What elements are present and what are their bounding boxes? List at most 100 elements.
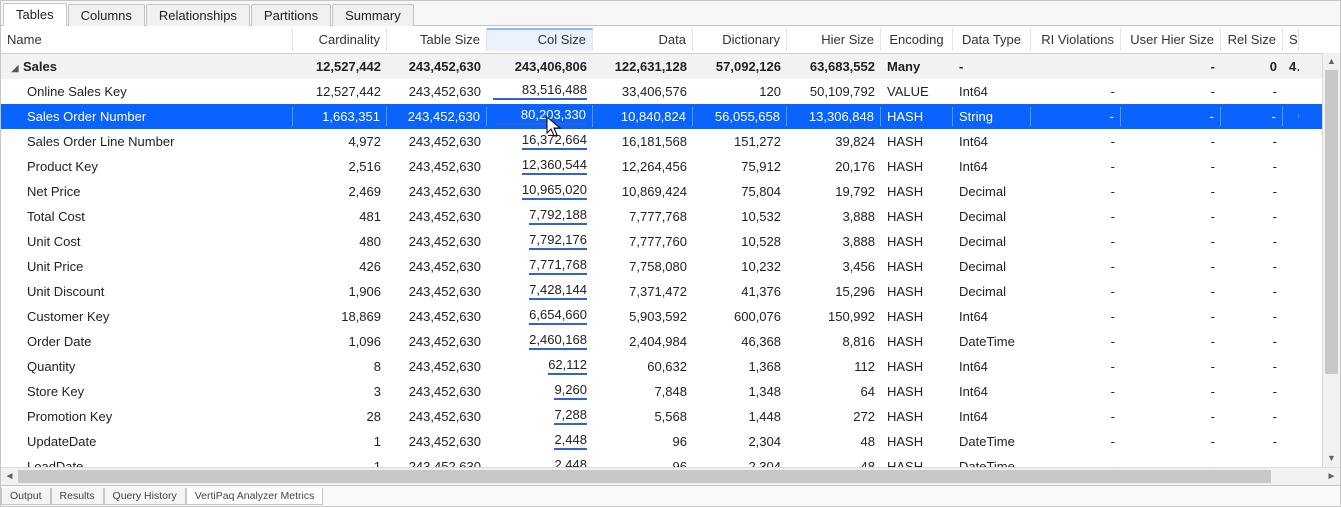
column-header-data[interactable]: Data: [593, 28, 693, 51]
column-header-name[interactable]: Name: [1, 28, 293, 51]
cell-dtype: DateTime: [953, 432, 1031, 451]
tab-relationships[interactable]: Relationships: [146, 4, 250, 26]
scroll-up-button[interactable]: ▲: [1323, 53, 1340, 70]
cell-csize: 83,516,488: [487, 80, 593, 102]
bottom-tab-output[interactable]: Output: [1, 488, 51, 505]
column-header-riv[interactable]: RI Violations: [1031, 28, 1121, 51]
cell-hier: 39,824: [787, 132, 881, 151]
cell-riv: -: [1031, 232, 1121, 251]
cell-hier: 3,888: [787, 207, 881, 226]
cell-name: Order Date: [1, 332, 293, 351]
column-header-card[interactable]: Cardinality: [293, 28, 387, 51]
tab-columns[interactable]: Columns: [68, 4, 145, 26]
scroll-down-button[interactable]: ▼: [1323, 450, 1340, 467]
vscroll-thumb[interactable]: [1325, 70, 1338, 374]
hscroll-track[interactable]: [18, 468, 1323, 485]
cell-riv: -: [1031, 382, 1121, 401]
table-row[interactable]: Net Price2,469243,452,63010,965,02010,86…: [1, 179, 1340, 204]
column-header-hier[interactable]: Hier Size: [787, 28, 881, 51]
table-row[interactable]: Promotion Key28243,452,6307,2885,5681,44…: [1, 404, 1340, 429]
cell-csize: 7,792,188: [487, 205, 593, 227]
cell-data: 16,181,568: [593, 132, 693, 151]
scroll-left-button[interactable]: ◄: [1, 471, 18, 482]
column-header-dict[interactable]: Dictionary: [693, 28, 787, 51]
cell-enc: HASH: [881, 257, 953, 276]
table-row[interactable]: Total Cost481243,452,6307,792,1887,777,7…: [1, 204, 1340, 229]
cell-csize: 10,965,020: [487, 180, 593, 202]
cell-uhs: -: [1121, 357, 1221, 376]
cell-csize: 80,203,330: [487, 105, 593, 127]
cell-riv: [1031, 64, 1121, 68]
table-row[interactable]: Unit Price426243,452,6307,771,7687,758,0…: [1, 254, 1340, 279]
table-row[interactable]: Customer Key18,869243,452,6306,654,6605,…: [1, 304, 1340, 329]
horizontal-scrollbar[interactable]: ◄ ►: [1, 467, 1340, 485]
cell-dict: 75,912: [693, 157, 787, 176]
cell-name: Quantity: [1, 357, 293, 376]
column-header-s[interactable]: S: [1283, 28, 1299, 51]
table-row[interactable]: Unit Cost480243,452,6307,792,1767,777,76…: [1, 229, 1340, 254]
cell-rsize: -: [1221, 107, 1283, 126]
cell-riv: -: [1031, 132, 1121, 151]
vscroll-track[interactable]: [1323, 70, 1340, 450]
column-header-tsize[interactable]: Table Size: [387, 28, 487, 51]
table-row[interactable]: Unit Discount1,906243,452,6307,428,1447,…: [1, 279, 1340, 304]
cell-name: Total Cost: [1, 207, 293, 226]
column-header-csize[interactable]: Col Size: [487, 28, 593, 51]
table-row[interactable]: Quantity8243,452,63062,11260,6321,368112…: [1, 354, 1340, 379]
cell-uhs: -: [1121, 182, 1221, 201]
cell-dict: 41,376: [693, 282, 787, 301]
collapse-icon[interactable]: ◢: [9, 63, 21, 74]
cell-uhs: -: [1121, 282, 1221, 301]
cell-card: 8: [293, 357, 387, 376]
cell-name: Sales Order Line Number: [1, 132, 293, 151]
cell-riv: -: [1031, 182, 1121, 201]
tab-partitions[interactable]: Partitions: [251, 4, 331, 26]
table-row[interactable]: Sales Order Line Number4,972243,452,6301…: [1, 129, 1340, 154]
cell-dtype: Decimal: [953, 282, 1031, 301]
cell-tsize: 243,452,630: [387, 232, 487, 251]
scroll-right-button[interactable]: ►: [1323, 471, 1340, 482]
cell-tsize: 243,452,630: [387, 132, 487, 151]
table-row[interactable]: Online Sales Key12,527,442243,452,63083,…: [1, 79, 1340, 104]
tab-tables[interactable]: Tables: [3, 3, 67, 26]
cell-name[interactable]: ◢Sales: [1, 57, 293, 76]
table-row[interactable]: Order Date1,096243,452,6302,460,1682,404…: [1, 329, 1340, 354]
table-row[interactable]: Sales Order Number1,663,351243,452,63080…: [1, 104, 1340, 129]
column-header-rsize[interactable]: Rel Size: [1221, 28, 1283, 51]
hscroll-thumb[interactable]: [18, 470, 1271, 483]
cell-dict: 46,368: [693, 332, 787, 351]
cell-hier: 63,683,552: [787, 57, 881, 76]
bottom-tab-vertipaq[interactable]: VertiPaq Analyzer Metrics: [186, 488, 324, 505]
cell-csize: 6,654,660: [487, 305, 593, 327]
bottom-tab-query-history[interactable]: Query History: [104, 488, 186, 505]
table-group-row[interactable]: ◢Sales12,527,442243,452,630243,406,80612…: [1, 54, 1340, 79]
cell-rsize: -: [1221, 132, 1283, 151]
table-row[interactable]: UpdateDate1243,452,6302,448962,30448HASH…: [1, 429, 1340, 454]
cell-tsize: 243,452,630: [387, 382, 487, 401]
cell-csize: 62,112: [487, 355, 593, 377]
cell-enc: HASH: [881, 432, 953, 451]
cell-csize: 9,260: [487, 380, 593, 402]
bottom-tab-results[interactable]: Results: [51, 488, 104, 505]
cell-hier: 3,888: [787, 232, 881, 251]
cell-enc: VALUE: [881, 82, 953, 101]
tab-summary[interactable]: Summary: [332, 4, 414, 26]
table-row[interactable]: Store Key3243,452,6309,2607,8481,34864HA…: [1, 379, 1340, 404]
cell-dict: 120: [693, 82, 787, 101]
cell-uhs: -: [1121, 332, 1221, 351]
cell-data: 7,777,760: [593, 232, 693, 251]
vertical-scrollbar[interactable]: ▲ ▼: [1322, 53, 1340, 467]
column-header-enc[interactable]: Encoding: [881, 28, 953, 51]
column-header-dtype[interactable]: Data Type: [953, 28, 1031, 51]
cell-rsize: -: [1221, 257, 1283, 276]
cell-card: 2,516: [293, 157, 387, 176]
grid-body: ◢Sales12,527,442243,452,630243,406,80612…: [1, 54, 1340, 485]
cell-csize: 7,771,768: [487, 255, 593, 277]
table-row[interactable]: Product Key2,516243,452,63012,360,54412,…: [1, 154, 1340, 179]
cell-enc: HASH: [881, 382, 953, 401]
cell-tsize: 243,452,630: [387, 82, 487, 101]
cell-s: 45,824: [1283, 57, 1299, 76]
column-header-uhs[interactable]: User Hier Size: [1121, 28, 1221, 51]
cell-data: 12,264,456: [593, 157, 693, 176]
cell-riv: -: [1031, 207, 1121, 226]
